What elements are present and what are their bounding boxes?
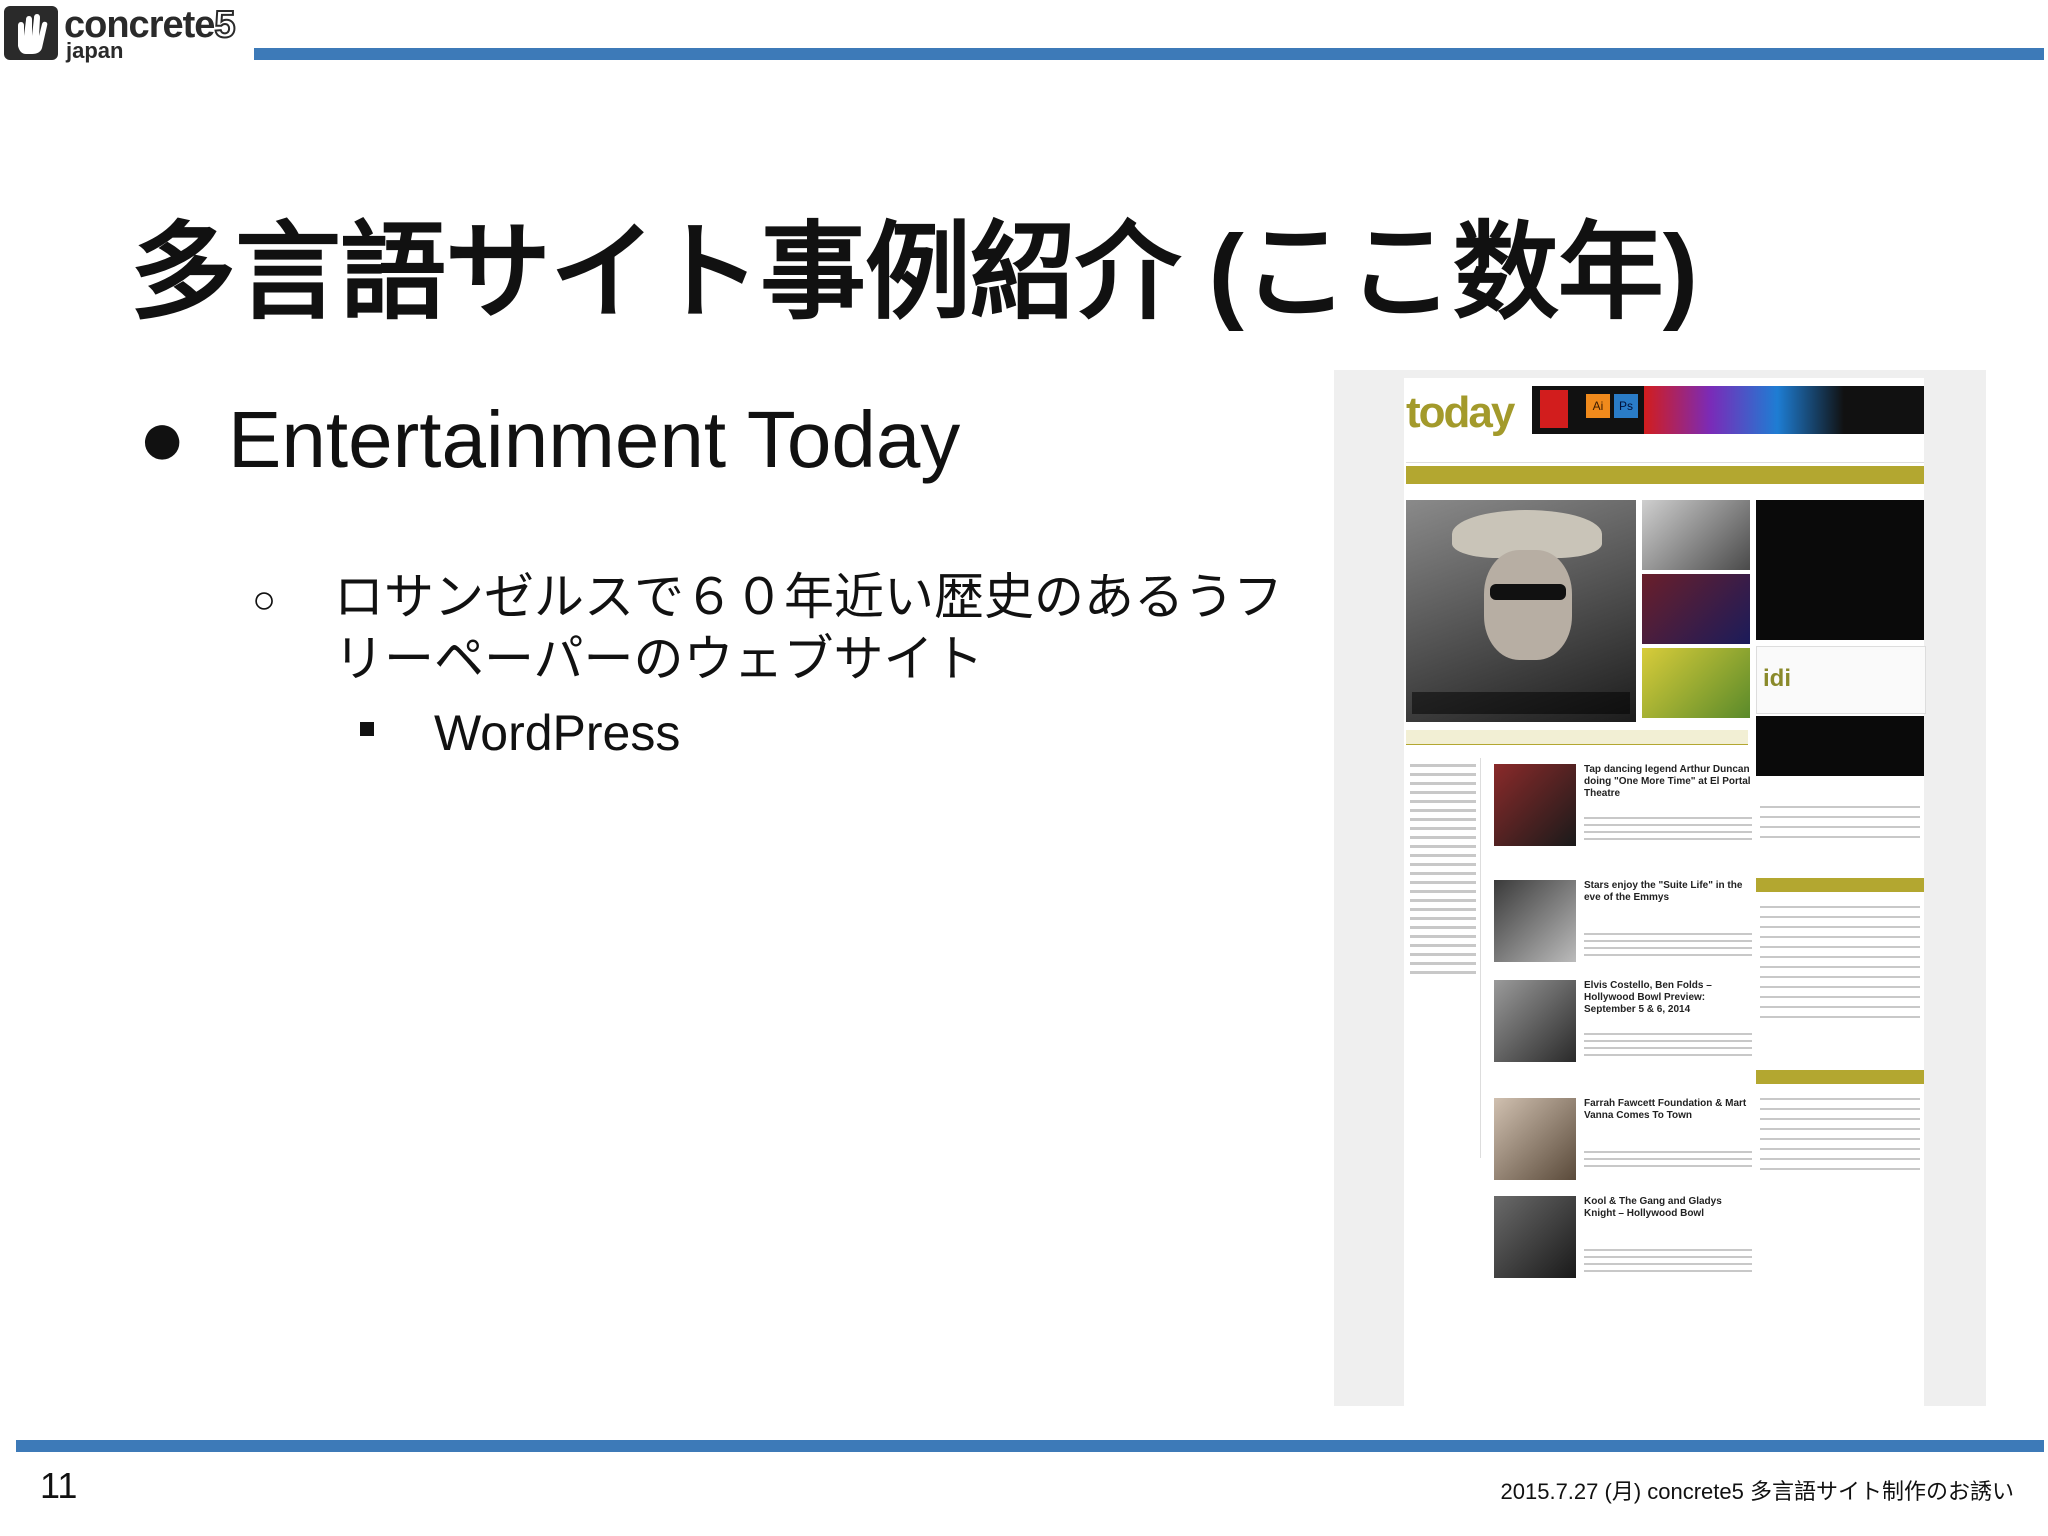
adobe-icon xyxy=(1540,390,1568,428)
featured-thumb-3 xyxy=(1642,648,1750,718)
header-rule xyxy=(254,48,2044,60)
article-5: Kool & The Gang and Gladys Knight – Holl… xyxy=(1494,1196,1752,1306)
hero-glasses xyxy=(1490,584,1566,600)
article-title: Tap dancing legend Arthur Duncan doing "… xyxy=(1584,764,1751,799)
footer-rule xyxy=(16,1440,2044,1452)
hero-face xyxy=(1484,550,1572,660)
photoshop-icon: Ps xyxy=(1614,394,1638,418)
sidebar-widget: idi xyxy=(1756,646,1926,714)
sidebar-latest-list xyxy=(1756,898,1924,1026)
banner-graphic xyxy=(1644,386,1844,434)
site-logo: today xyxy=(1406,388,1515,437)
footer-text: 2015.7.27 (月) concrete5 多言語サイト制作のお誘い xyxy=(1500,1479,2014,1504)
article-4: Farrah Fawcett Foundation & Mart Vanna C… xyxy=(1494,1098,1752,1208)
sidebar-heading-bar-1 xyxy=(1756,878,1924,892)
article-title: Farrah Fawcett Foundation & Mart Vanna C… xyxy=(1584,1098,1747,1121)
ticker-strip xyxy=(1406,730,1748,745)
article-title: Stars enjoy the "Suite Life" in the eve … xyxy=(1584,880,1743,903)
site-search-row xyxy=(1406,442,1924,463)
sidebar-social-list xyxy=(1756,798,1924,846)
featured-thumb-1 xyxy=(1642,500,1750,570)
site-nav-bar xyxy=(1406,466,1924,484)
slide-title: 多言語サイト事例紹介 (ここ数年) xyxy=(130,214,1698,332)
website-page: today Ai Ps idi Tap dancing legend Arthu… xyxy=(1404,378,1926,1406)
article-1: Tap dancing legend Arthur Duncan doing "… xyxy=(1494,764,1752,874)
page-number: 11 xyxy=(40,1465,78,1506)
left-column xyxy=(1406,758,1481,1158)
concrete5-logo: concrete5 japan xyxy=(4,3,240,64)
website-screenshot: today Ai Ps idi Tap dancing legend Arthu… xyxy=(1334,370,1986,1406)
article-thumb xyxy=(1494,1196,1576,1278)
article-thumb xyxy=(1494,980,1576,1062)
bullet-dot: ● xyxy=(138,393,187,482)
hand-logo-icon xyxy=(4,6,58,60)
sidebar-ad-1 xyxy=(1756,500,1924,640)
widget-brand: idi xyxy=(1763,665,1791,692)
sub-bullet-circle: ○ xyxy=(252,578,277,622)
article-2: Stars enjoy the "Suite Life" in the eve … xyxy=(1494,880,1752,990)
illustrator-icon: Ai xyxy=(1586,394,1610,418)
article-title: Elvis Costello, Ben Folds – Hollywood Bo… xyxy=(1584,980,1712,1015)
hero-image xyxy=(1406,500,1636,722)
sidebar-ad-2 xyxy=(1756,716,1924,776)
hero-caption-bar xyxy=(1412,692,1630,714)
article-3: Elvis Costello, Ben Folds – Hollywood Bo… xyxy=(1494,980,1752,1090)
sub-sub-bullet-square xyxy=(360,722,374,736)
article-thumb xyxy=(1494,764,1576,846)
article-thumb xyxy=(1494,880,1576,962)
featured-thumb-2 xyxy=(1642,574,1750,644)
bullet-wordpress: WordPress xyxy=(434,705,681,761)
article-thumb xyxy=(1494,1098,1576,1180)
sidebar-comments-list xyxy=(1756,1090,1924,1178)
sidebar-heading-bar-2 xyxy=(1756,1070,1924,1084)
header-ad-banner: Ai Ps xyxy=(1532,386,1924,434)
sub-bullet-description: ロサンゼルスで６０年近い歴史のあるうフリーペーパーのウェブサイト xyxy=(334,569,1283,687)
logo-subtitle: japan xyxy=(66,38,124,63)
article-title: Kool & The Gang and Gladys Knight – Holl… xyxy=(1584,1196,1722,1219)
bullet-entertainment-today: Entertainment Today xyxy=(228,395,961,484)
